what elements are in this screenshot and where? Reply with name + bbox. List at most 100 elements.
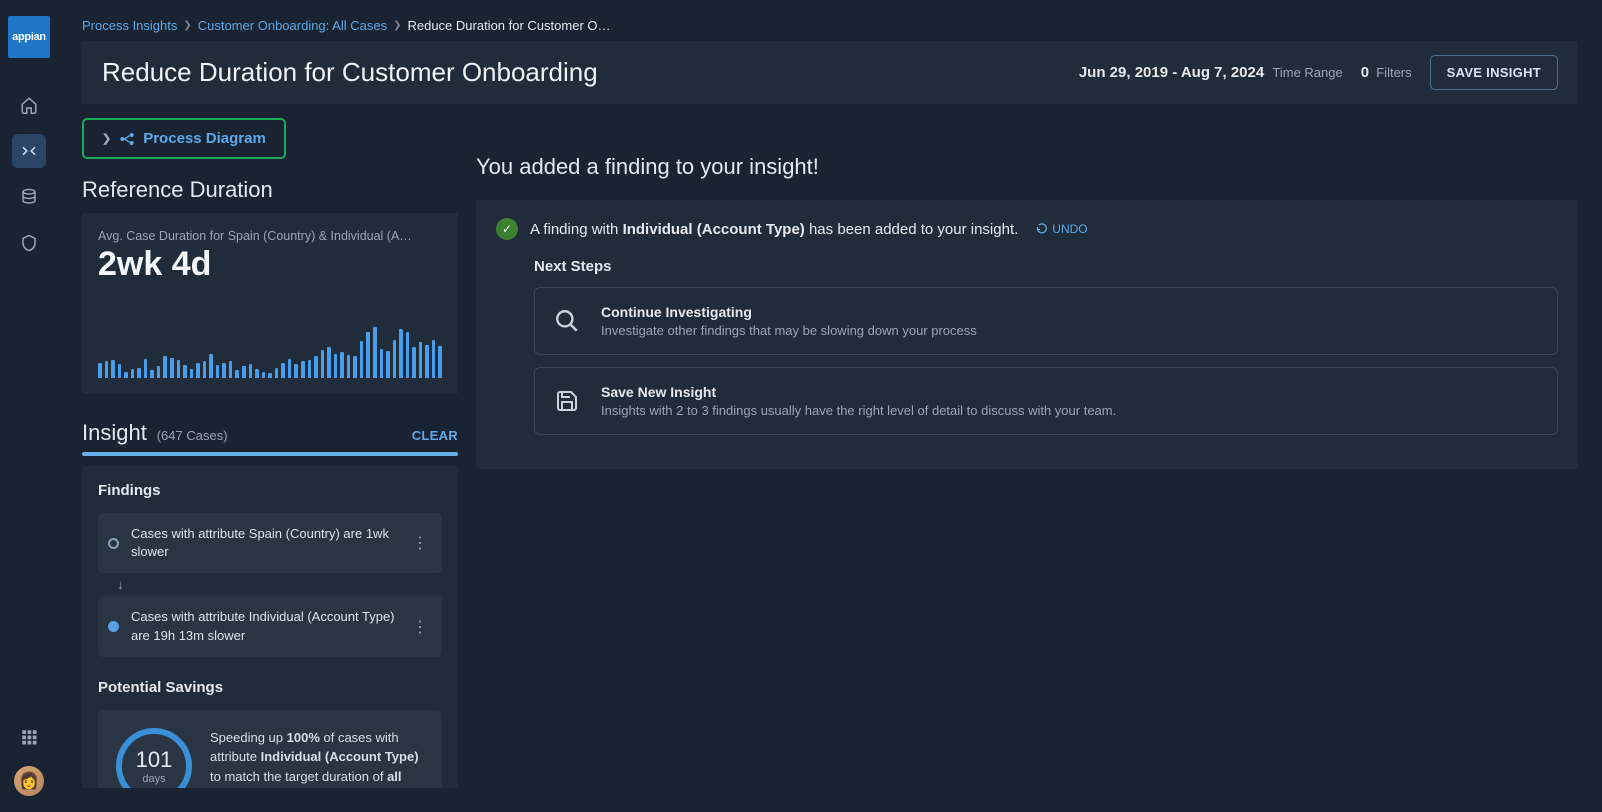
chart-bar (150, 370, 154, 378)
chart-bar (209, 354, 213, 378)
save-insight-button[interactable]: SAVE INSIGHT (1430, 55, 1558, 90)
savings-value: 101 (136, 747, 173, 773)
step-title: Continue Investigating (601, 304, 977, 320)
finding-item[interactable]: Cases with attribute Spain (Country) are… (98, 513, 442, 573)
status-dot-solid (108, 621, 119, 632)
reference-bar-chart (98, 314, 442, 378)
process-diagram-label: Process Diagram (143, 130, 266, 147)
nav-data[interactable] (12, 180, 46, 214)
breadcrumb-link[interactable]: Customer Onboarding: All Cases (198, 18, 387, 33)
reference-label: Avg. Case Duration for Spain (Country) &… (98, 229, 442, 243)
filters-indicator[interactable]: 0 Filters (1361, 64, 1412, 81)
chart-bar (131, 369, 135, 378)
chart-bar (157, 366, 161, 378)
chart-bar (105, 361, 109, 378)
filters-count: 0 (1361, 64, 1369, 81)
chart-bar (438, 346, 442, 378)
chart-bar (170, 358, 174, 378)
finding-menu-button[interactable]: ⋮ (408, 617, 432, 637)
step-title: Save New Insight (601, 384, 1116, 400)
grid-icon (20, 728, 38, 746)
finding-menu-button[interactable]: ⋮ (408, 533, 432, 553)
chart-bar (242, 366, 246, 378)
chart-bar (399, 329, 403, 378)
savings-card: 101 days Speeding up 100% of cases with … (98, 710, 442, 788)
reference-card: Avg. Case Duration for Spain (Country) &… (82, 213, 458, 394)
diagram-icon (119, 131, 135, 147)
insight-count: (647 Cases) (157, 428, 228, 443)
nav-insights[interactable] (12, 134, 46, 168)
clear-button[interactable]: CLEAR (412, 428, 458, 443)
chart-bar (98, 363, 102, 378)
savings-heading: Potential Savings (98, 679, 442, 696)
chart-bar (268, 373, 272, 378)
chart-bar (111, 360, 115, 378)
chart-bar (373, 327, 377, 378)
chart-bar (177, 360, 181, 378)
insights-icon (20, 142, 38, 160)
finding-text: Cases with attribute Individual (Account… (131, 608, 396, 644)
finding-item[interactable]: Cases with attribute Individual (Account… (98, 596, 442, 656)
chart-bar (249, 364, 253, 378)
breadcrumb-current: Reduce Duration for Customer O… (407, 18, 610, 33)
chart-bar (235, 370, 239, 378)
chevron-right-icon: ❯ (183, 20, 191, 31)
undo-icon (1036, 223, 1048, 235)
chart-bar (314, 356, 318, 378)
findings-card: Findings Cases with attribute Spain (Cou… (82, 466, 458, 788)
chart-bar (294, 364, 298, 378)
chevron-right-icon: ❯ (102, 132, 111, 145)
nav-home[interactable] (12, 88, 46, 122)
chart-bar (183, 365, 187, 378)
breadcrumb: Process Insights ❯ Customer Onboarding: … (58, 0, 1602, 41)
step-continue-investigating[interactable]: Continue Investigating Investigate other… (534, 287, 1558, 355)
right-title: You added a finding to your insight! (476, 154, 1578, 180)
app-logo[interactable]: appian (8, 16, 50, 58)
undo-button[interactable]: UNDO (1036, 222, 1087, 236)
chart-bar (393, 340, 397, 378)
success-check-icon: ✓ (496, 218, 518, 240)
reference-value: 2wk 4d (98, 245, 442, 284)
chart-bar (347, 355, 351, 378)
time-range[interactable]: Jun 29, 2019 - Aug 7, 2024 Time Range (1079, 64, 1343, 81)
save-icon (553, 389, 581, 413)
chart-bar (118, 364, 122, 378)
nav-apps[interactable] (12, 720, 46, 754)
alert-message: A finding with Individual (Account Type)… (530, 221, 1018, 238)
nav-security[interactable] (12, 226, 46, 260)
chart-bar (262, 372, 266, 378)
insight-progress-bar (82, 452, 458, 456)
savings-text: Speeding up 100% of cases with attribute… (210, 728, 424, 788)
reference-heading: Reference Duration (82, 177, 458, 203)
chart-bar (353, 356, 357, 378)
process-diagram-toggle[interactable]: ❯ Process Diagram (82, 118, 286, 159)
chart-bar (360, 341, 364, 378)
chart-bar (281, 363, 285, 378)
chart-bar (163, 356, 167, 378)
user-avatar[interactable]: 👩 (14, 766, 44, 796)
home-icon (20, 96, 38, 114)
chart-bar (432, 340, 436, 378)
step-desc: Insights with 2 to 3 findings usually ha… (601, 403, 1116, 418)
step-desc: Investigate other findings that may be s… (601, 323, 977, 338)
shield-icon (20, 234, 38, 252)
chart-bar (327, 347, 331, 378)
chart-bar (334, 354, 338, 378)
step-save-insight[interactable]: Save New Insight Insights with 2 to 3 fi… (534, 367, 1558, 435)
chart-bar (406, 332, 410, 378)
chart-bar (340, 352, 344, 378)
chart-bar (196, 363, 200, 378)
chart-bar (255, 369, 259, 378)
breadcrumb-link[interactable]: Process Insights (82, 18, 177, 33)
time-range-label: Time Range (1272, 65, 1342, 80)
chart-bar (321, 350, 325, 378)
page-header: Reduce Duration for Customer Onboarding … (82, 41, 1578, 104)
page-title: Reduce Duration for Customer Onboarding (102, 57, 598, 88)
chart-bar (203, 361, 207, 378)
chart-bar (386, 351, 390, 378)
savings-ring: 101 days (116, 728, 192, 788)
next-steps-label: Next Steps (534, 258, 1558, 275)
chart-bar (308, 360, 312, 378)
filters-label: Filters (1376, 65, 1411, 80)
findings-heading: Findings (98, 482, 442, 499)
